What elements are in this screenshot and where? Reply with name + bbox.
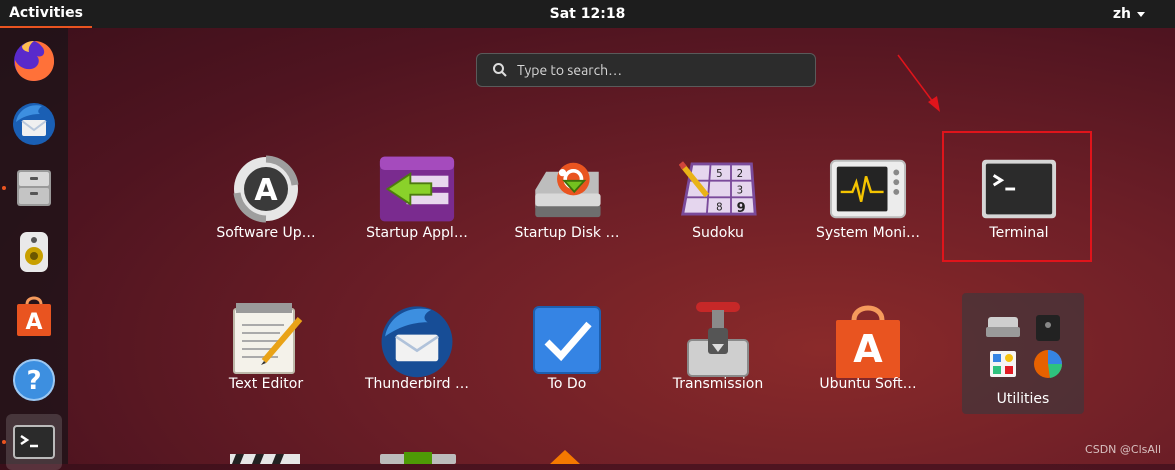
dock-ubuntu-software[interactable]: A xyxy=(6,288,62,344)
app-label: Thunderbird … xyxy=(364,376,470,392)
thunderbird-icon xyxy=(13,103,55,145)
app-text-editor[interactable]: Text Editor xyxy=(191,283,341,413)
utilities-folder[interactable]: Utilities xyxy=(962,293,1084,414)
svg-text:A: A xyxy=(853,327,883,371)
app-thunderbird[interactable]: Thunderbird … xyxy=(342,283,492,413)
app-label: Startup Appl… xyxy=(366,225,468,241)
svg-text:2: 2 xyxy=(737,169,744,180)
app-label: Software Up… xyxy=(216,225,316,241)
app-software-updater[interactable]: A Software Up… xyxy=(191,132,341,262)
app-sudoku[interactable]: 5 2 3 8 9 Sudoku xyxy=(643,132,793,262)
text-editor-icon xyxy=(227,301,305,379)
app-ubuntu-software[interactable]: A Ubuntu Soft… xyxy=(793,283,943,413)
dock: A ? xyxy=(0,28,68,470)
app-label: Startup Disk … xyxy=(514,225,620,241)
app-label: To Do xyxy=(547,376,587,392)
red-arrow-icon xyxy=(897,54,940,112)
vlc-cone-icon xyxy=(550,450,580,464)
files-icon xyxy=(17,170,51,206)
dock-firefox[interactable] xyxy=(6,32,62,88)
svg-text:A: A xyxy=(25,310,42,335)
language-label: zh xyxy=(1112,6,1131,22)
clock[interactable]: Sat 12:18 xyxy=(550,6,626,22)
rhythmbox-icon xyxy=(20,232,48,272)
svg-text:5: 5 xyxy=(716,169,723,180)
app-startup-disk-creator[interactable]: Startup Disk … xyxy=(492,132,642,262)
top-bar: Activities Sat 12:18 zh xyxy=(0,0,1175,28)
search-icon xyxy=(489,59,511,81)
todo-icon xyxy=(528,301,606,379)
app-label: Transmission xyxy=(672,376,764,392)
app-label: Sudoku xyxy=(692,225,744,241)
app-label: System Moni… xyxy=(815,225,921,241)
app-label: Utilities xyxy=(996,391,1050,407)
svg-text:A: A xyxy=(254,173,278,208)
svg-text:3: 3 xyxy=(737,186,744,197)
dock-terminal[interactable] xyxy=(6,414,62,470)
svg-text:9: 9 xyxy=(737,201,746,216)
help-icon: ? xyxy=(13,359,55,401)
clock-container: Sat 12:18 xyxy=(0,0,1175,28)
dock-rhythmbox[interactable] xyxy=(6,224,62,280)
partial-app-icon xyxy=(380,452,456,464)
svg-text:?: ? xyxy=(26,366,41,396)
firefox-icon xyxy=(14,41,55,81)
ubuntu-software-icon: A xyxy=(17,296,51,336)
app-todo[interactable]: To Do xyxy=(492,283,642,413)
app-system-monitor[interactable]: System Moni… xyxy=(793,132,943,262)
svg-text:8: 8 xyxy=(716,202,723,213)
search-box[interactable] xyxy=(476,53,816,87)
system-monitor-icon xyxy=(829,150,907,228)
app-label: Text Editor xyxy=(228,376,304,392)
language-indicator[interactable]: zh xyxy=(1113,0,1145,28)
software-updater-icon: A xyxy=(227,150,305,228)
search-input[interactable] xyxy=(515,61,799,79)
startup-disk-creator-icon xyxy=(528,150,606,228)
activities-button[interactable]: Activities xyxy=(0,0,92,28)
dock-help[interactable]: ? xyxy=(6,352,62,408)
sudoku-icon: 5 2 3 8 9 xyxy=(679,150,757,228)
app-label: Ubuntu Soft… xyxy=(819,376,917,392)
dock-thunderbird[interactable] xyxy=(6,96,62,152)
startup-applications-icon xyxy=(378,150,456,228)
watermark: CSDN @ClsAll xyxy=(1085,443,1161,456)
utilities-folder-icon xyxy=(986,315,1063,378)
terminal-icon xyxy=(13,425,55,459)
clapperboard-icon xyxy=(230,454,300,464)
terminal-highlight-box xyxy=(942,131,1092,262)
transmission-icon xyxy=(679,301,757,379)
ubuntu-software-icon: A xyxy=(829,301,907,379)
chevron-down-icon xyxy=(1137,11,1145,17)
dock-files[interactable] xyxy=(6,160,62,216)
app-transmission[interactable]: Transmission xyxy=(643,283,793,413)
app-startup-applications[interactable]: Startup Appl… xyxy=(342,132,492,262)
thunderbird-icon xyxy=(378,301,456,379)
